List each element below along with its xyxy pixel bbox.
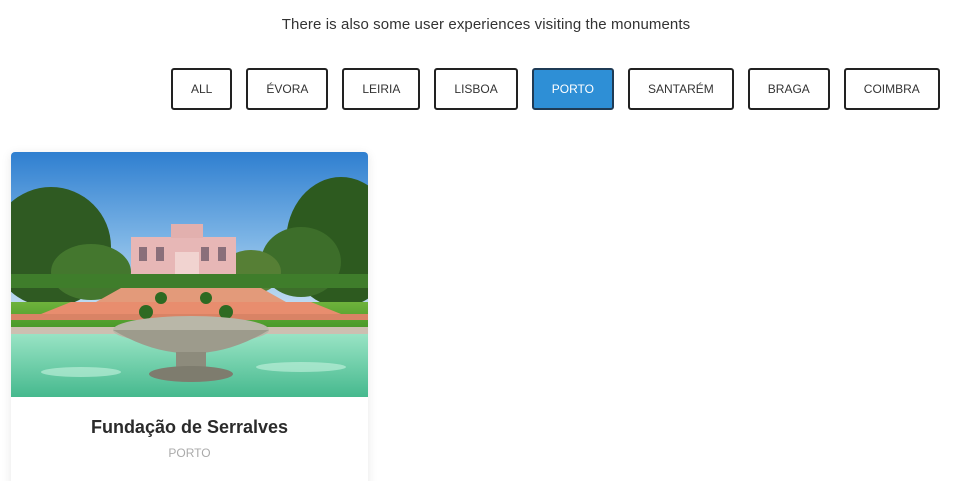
- page: There is also some user experiences visi…: [0, 0, 972, 481]
- filter-leiria-button[interactable]: LEIRIA: [342, 68, 421, 110]
- filter-santarem-button[interactable]: SANTARÉM: [627, 68, 734, 110]
- filter-lisboa-button[interactable]: LISBOA: [434, 68, 518, 110]
- serralves-photo[interactable]: [11, 152, 368, 397]
- filter-porto-button[interactable]: PORTO: [531, 68, 614, 110]
- card-title[interactable]: Fundação de Serralves: [11, 417, 368, 438]
- filter-bar: ALL ÉVORA LEIRIA LISBOA PORTO SANTARÉM B…: [171, 68, 940, 110]
- monument-card[interactable]: Fundação de Serralves PORTO: [11, 152, 368, 481]
- filter-all-button[interactable]: ALL: [171, 68, 233, 110]
- intro-text: There is also some user experiences visi…: [281, 16, 691, 33]
- filter-evora-button[interactable]: ÉVORA: [246, 68, 329, 110]
- filter-coimbra-button[interactable]: COIMBRA: [843, 68, 940, 110]
- card-location: PORTO: [168, 446, 211, 460]
- filter-braga-button[interactable]: BRAGA: [747, 68, 830, 110]
